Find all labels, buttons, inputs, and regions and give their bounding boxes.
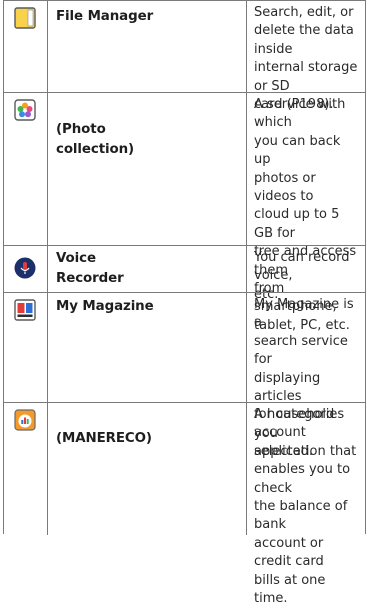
name-line: (Photo xyxy=(56,122,106,137)
description-line: A household account xyxy=(254,407,335,441)
description-line: account or credit card xyxy=(254,535,324,570)
description-line: photos or videos to xyxy=(254,170,316,205)
app-description: A household account application that ena… xyxy=(254,406,361,608)
table-row: (Photo collection) A service with which … xyxy=(4,92,365,333)
name-cell: My Magazine xyxy=(48,293,247,402)
voice-recorder-icon xyxy=(14,257,36,279)
app-table: File Manager Search, edit, or delete the… xyxy=(3,0,366,606)
name-cell: (MANERECO) xyxy=(48,403,247,535)
table-row: File Manager Search, edit, or delete the… xyxy=(4,0,365,112)
description-line: delete the data inside xyxy=(254,23,354,57)
app-name: My Magazine xyxy=(56,299,154,314)
description-line: displaying articles xyxy=(254,370,321,405)
table-row: My Magazine My Magazine is a search serv… xyxy=(4,292,365,459)
description-cell: Search, edit, or delete the data inside … xyxy=(247,1,365,112)
table-row: (MANERECO) A household account applicati… xyxy=(4,402,365,606)
app-name: Voice Recorder xyxy=(56,249,240,289)
description-line: search service for xyxy=(254,333,348,368)
description-line: My Magazine is a xyxy=(254,297,354,331)
manereco-icon xyxy=(14,409,36,431)
description-line: You can record voice, xyxy=(254,250,350,284)
description-line: Search, edit, or xyxy=(254,5,354,20)
description-cell: My Magazine is a search service for disp… xyxy=(247,293,365,459)
icon-cell xyxy=(4,403,48,535)
description-line: A service with which xyxy=(254,97,346,131)
icon-cell xyxy=(4,246,48,292)
table-row: Voice Recorder You can record voice, etc… xyxy=(4,245,365,302)
name-line: Recorder xyxy=(56,271,124,286)
name-cell: Voice Recorder xyxy=(48,246,247,292)
description-line: enables you to check xyxy=(254,462,351,496)
description-line: application that xyxy=(254,443,357,459)
name-cell: File Manager xyxy=(48,1,247,92)
icon-cell xyxy=(4,93,48,245)
file-manager-icon xyxy=(14,7,36,29)
description-line: cloud up to 5 GB for xyxy=(254,207,340,241)
app-name: (MANERECO) xyxy=(56,431,152,446)
my-magazine-icon xyxy=(14,299,36,321)
app-name: (Photo collection) xyxy=(56,120,240,160)
description-line: the balance of bank xyxy=(254,499,348,533)
description-line: bills at one time. xyxy=(254,572,326,607)
description-cell: A service with which you can back up pho… xyxy=(247,93,365,333)
description-line: you can back up xyxy=(254,133,341,168)
icon-cell xyxy=(4,1,48,92)
icon-cell xyxy=(4,293,48,402)
name-line: collection) xyxy=(56,142,135,157)
description-line: internal storage or SD xyxy=(254,60,358,94)
name-line: Voice xyxy=(56,251,96,266)
description-cell: A household account application that ena… xyxy=(247,403,365,606)
description-cell: You can record voice, etc. xyxy=(247,246,365,302)
photo-collection-icon xyxy=(14,99,36,121)
app-name: File Manager xyxy=(56,9,154,24)
name-cell: (Photo collection) xyxy=(48,93,247,245)
